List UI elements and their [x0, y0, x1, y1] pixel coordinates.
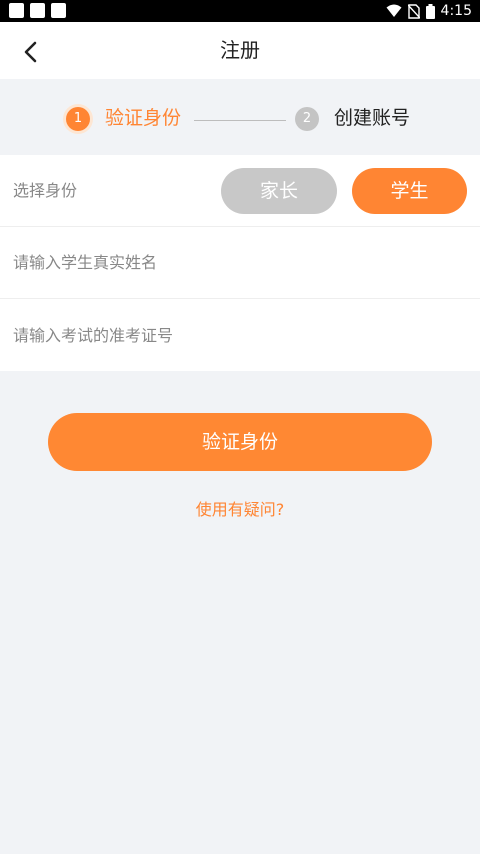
clock: 4:15: [440, 3, 472, 19]
notification-icon: [9, 3, 24, 18]
step-2-number: 2: [295, 107, 319, 131]
step-2-label: 创建账号: [334, 107, 411, 129]
notification-icon: [51, 3, 66, 18]
no-sim-icon: [407, 3, 420, 19]
notification-icon: [30, 3, 45, 18]
help-link[interactable]: 使用有疑问?: [0, 496, 480, 520]
status-bar: 4:15: [0, 0, 480, 22]
step-connector: [194, 120, 286, 121]
step-1-number: 1: [66, 107, 90, 131]
battery-icon: [425, 3, 435, 19]
exam-id-row: [0, 299, 480, 371]
verify-identity-button[interactable]: 验证身份: [48, 413, 432, 471]
parent-option-button[interactable]: 家长: [221, 168, 337, 214]
wifi-icon: [386, 4, 402, 17]
step-1-label: 验证身份: [105, 107, 182, 129]
step-indicator: 1 验证身份 2 创建账号: [0, 79, 480, 155]
exam-id-input[interactable]: [0, 299, 480, 371]
student-name-row: [0, 227, 480, 299]
identity-label: 选择身份: [13, 181, 78, 200]
student-name-input[interactable]: [0, 227, 480, 298]
identity-row: 选择身份 家长 学生: [0, 155, 480, 227]
nav-bar: 注册: [0, 22, 480, 79]
verify-form: 选择身份 家长 学生: [0, 155, 480, 371]
student-option-button[interactable]: 学生: [352, 168, 467, 214]
page-title: 注册: [220, 38, 260, 62]
